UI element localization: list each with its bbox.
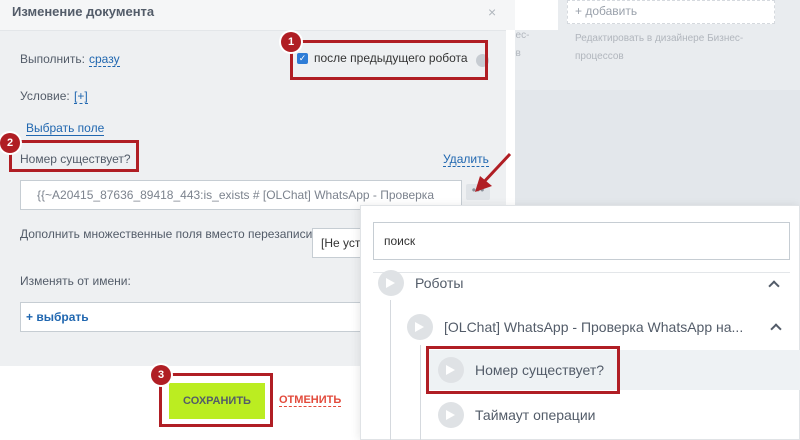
cancel-link[interactable]: ОТМЕНИТЬ xyxy=(279,394,342,407)
step-badge-3: 3 xyxy=(151,365,171,385)
tree-item-olchat-whatsapp[interactable]: [OLChat] WhatsApp - Проверка WhatsApp на… xyxy=(444,319,743,335)
field-value-text: {{~A20415_87636_89418_443:is_exists # [O… xyxy=(37,188,434,202)
annotation-arrow-icon xyxy=(475,152,512,192)
tree-guide-line xyxy=(420,345,421,440)
tree-guide-line xyxy=(390,300,391,440)
annotation-box-number-exists xyxy=(426,346,620,394)
change-as-label: Изменять от имени: xyxy=(20,274,131,288)
annotation-box-field-label xyxy=(9,140,139,172)
tree-item-robots[interactable]: Роботы xyxy=(415,275,463,291)
condition-add-link[interactable]: [+] xyxy=(74,89,88,104)
search-input-text: поиск xyxy=(384,234,416,248)
dialog-header: Изменение документа × xyxy=(0,0,515,30)
divider xyxy=(373,272,790,273)
tree-node-icon xyxy=(438,402,464,428)
condition-label: Условие: xyxy=(20,89,70,103)
append-multiple-label: Дополнить множественные поля вместо пере… xyxy=(20,227,316,241)
tree-item-timeout[interactable]: Таймаут операции xyxy=(475,407,595,423)
execute-label: Выполнить: xyxy=(20,52,85,66)
step-badge-1: 1 xyxy=(281,32,301,52)
step-badge-2: 2 xyxy=(0,133,20,153)
edit-in-designer-link[interactable]: Редактировать в дизайнере Бизнес-процесс… xyxy=(575,30,775,66)
execute-value-link[interactable]: сразу xyxy=(89,52,120,67)
close-icon[interactable]: × xyxy=(488,4,496,20)
append-multiple-value: [Не уст xyxy=(321,236,361,250)
add-robot-link[interactable]: + добавить xyxy=(575,4,637,18)
annotation-box-after-previous xyxy=(290,40,488,80)
annotation-box-save xyxy=(159,373,273,427)
tree-node-icon xyxy=(407,314,433,340)
select-field-link[interactable]: Выбрать поле xyxy=(26,121,105,136)
choose-user-link[interactable]: + выбрать xyxy=(26,310,89,324)
search-input[interactable]: поиск xyxy=(373,222,790,260)
dialog-title: Изменение документа xyxy=(12,4,155,19)
tree-node-icon xyxy=(378,270,404,296)
